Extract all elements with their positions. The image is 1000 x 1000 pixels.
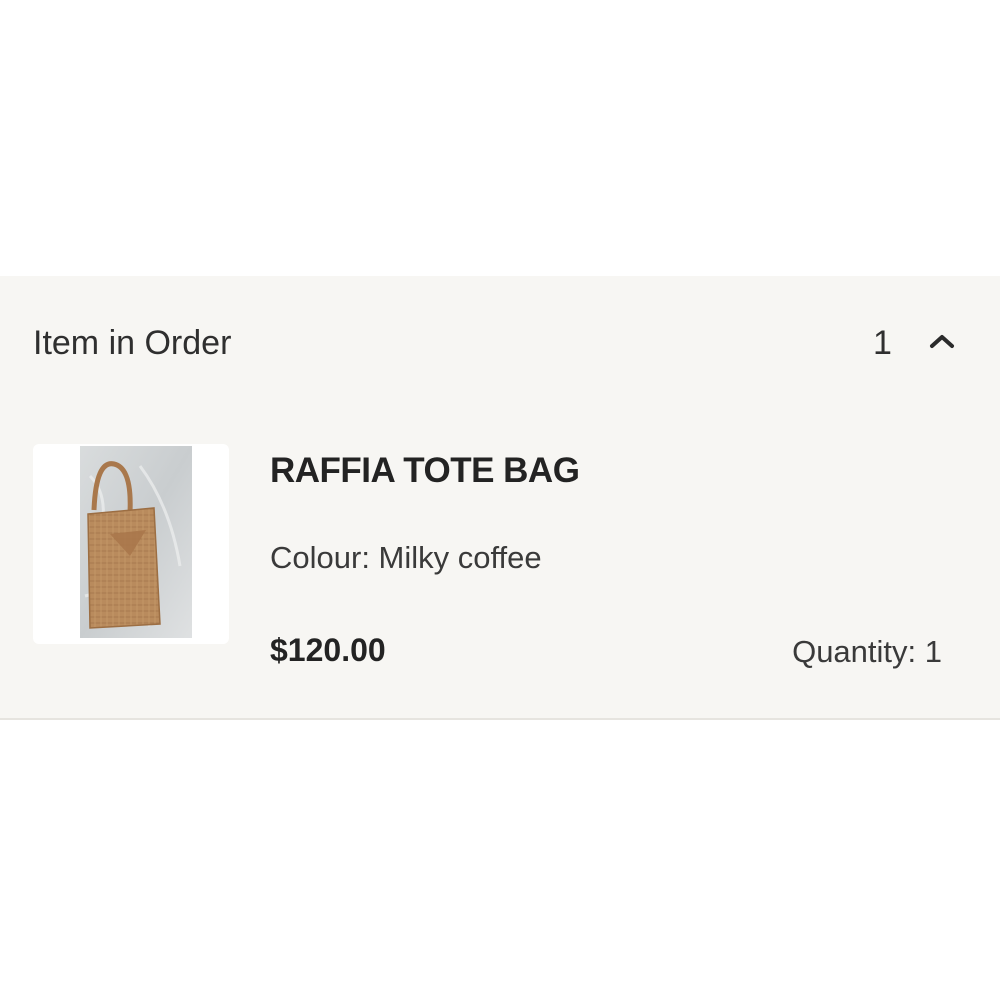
product-thumbnail[interactable] [33, 444, 229, 644]
item-count: 1 [873, 324, 892, 362]
chevron-up-icon [928, 332, 956, 355]
collapse-toggle-button[interactable] [920, 326, 964, 360]
product-price: $120.00 [270, 632, 386, 668]
tote-bag-image [80, 446, 192, 638]
product-quantity: Quantity: 1 [792, 634, 942, 669]
order-items-panel: Item in Order 1 RAFFIA TOTE BAG Colour: … [0, 276, 1000, 720]
product-name[interactable]: RAFFIA TOTE BAG [270, 450, 580, 492]
section-title: Item in Order [33, 324, 232, 362]
product-colour: Colour: Milky coffee [270, 540, 542, 575]
